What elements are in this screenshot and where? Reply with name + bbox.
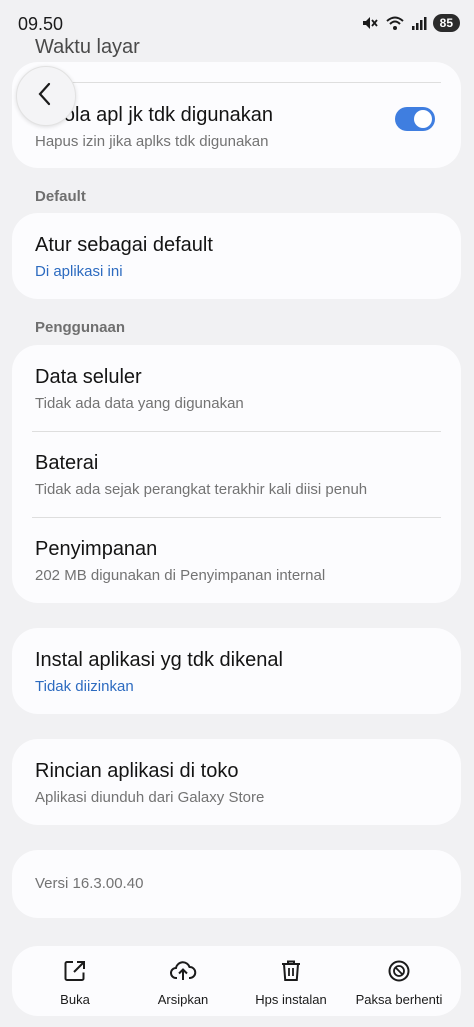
usage-item-subtitle: 202 MB digunakan di Penyimpanan internal: [35, 567, 326, 584]
version-card: Versi 16.3.00.40: [12, 850, 461, 918]
manage-unused-toggle[interactable]: [395, 107, 435, 131]
open-button[interactable]: Buka: [20, 958, 130, 1007]
usage-item-mobile-data[interactable]: Data seluler Tidak ada data yang digunak…: [35, 366, 441, 412]
divider: [32, 517, 441, 518]
chevron-left-icon: [35, 81, 57, 112]
force-stop-button[interactable]: Paksa berhenti: [344, 958, 454, 1007]
usage-item-title: Baterai: [35, 452, 99, 474]
force-stop-label: Paksa berhenti: [355, 992, 443, 1007]
set-default-row[interactable]: Atur sebagai default Di aplikasi ini: [35, 234, 441, 280]
install-unknown-row[interactable]: Instal aplikasi yg tdk dikenal Tidak dii…: [35, 649, 441, 695]
version-text: Versi 16.3.00.40: [35, 875, 144, 892]
manage-unused-subtitle: Hapus izin jika aplks tdk digunakan: [35, 133, 269, 150]
usage-item-title: Data seluler: [35, 366, 142, 388]
usage-item-subtitle: Tidak ada data yang digunakan: [35, 395, 244, 412]
back-button[interactable]: [16, 66, 76, 126]
block-icon: [344, 958, 454, 984]
store-details-title: Rincian aplikasi di toko: [35, 760, 239, 782]
toggle-knob: [414, 110, 432, 128]
bottom-action-bar: Buka Arsipkan Hps instalan Paksa berhent…: [12, 946, 461, 1016]
install-unknown-title: Instal aplikasi yg tdk dikenal: [35, 649, 283, 671]
manage-unused-row[interactable]: Kelola apl jk tdk digunakan Hapus izin j…: [35, 104, 381, 150]
signal-icon: [411, 15, 427, 31]
open-external-icon: [20, 958, 130, 984]
install-unknown-card: Instal aplikasi yg tdk dikenal Tidak dii…: [12, 628, 461, 714]
uninstall-button[interactable]: Hps instalan: [236, 958, 346, 1007]
divider: [32, 431, 441, 432]
section-label-default: Default: [35, 188, 86, 205]
archive-label: Arsipkan: [157, 992, 209, 1007]
manage-unused-card: Kelola apl jk tdk digunakan Hapus izin j…: [12, 62, 461, 168]
divider: [32, 82, 441, 83]
manage-unused-title: Kelola apl jk tdk digunakan: [35, 104, 273, 126]
usage-item-battery[interactable]: Baterai Tidak ada sejak perangkat terakh…: [35, 452, 441, 498]
set-default-subtitle: Di aplikasi ini: [35, 263, 123, 280]
cloud-upload-icon: [128, 958, 238, 984]
uninstall-label: Hps instalan: [255, 992, 327, 1007]
screen-time-label[interactable]: Waktu layar: [35, 36, 140, 59]
store-details-row[interactable]: Rincian aplikasi di toko Aplikasi diundu…: [35, 760, 441, 806]
open-label: Buka: [60, 992, 90, 1007]
usage-item-subtitle: Tidak ada sejak perangkat terakhir kali …: [35, 481, 368, 498]
trash-icon: [236, 958, 346, 984]
status-bar: 09.50 85: [0, 0, 474, 40]
wifi-icon: [385, 14, 405, 32]
archive-button[interactable]: Arsipkan: [128, 958, 238, 1007]
usage-item-storage[interactable]: Penyimpanan 202 MB digunakan di Penyimpa…: [35, 538, 441, 584]
usage-item-title: Penyimpanan: [35, 538, 158, 560]
install-unknown-subtitle: Tidak diizinkan: [35, 678, 134, 695]
default-card: Atur sebagai default Di aplikasi ini: [12, 213, 461, 299]
store-details-subtitle: Aplikasi diunduh dari Galaxy Store: [35, 789, 265, 806]
status-time: 09.50: [18, 14, 64, 34]
set-default-title: Atur sebagai default: [35, 234, 213, 256]
status-icons: 85: [361, 14, 460, 32]
version-row: Versi 16.3.00.40: [35, 875, 441, 892]
store-details-card: Rincian aplikasi di toko Aplikasi diundu…: [12, 739, 461, 825]
usage-card: Data seluler Tidak ada data yang digunak…: [12, 345, 461, 603]
mute-icon: [361, 14, 379, 32]
section-label-usage: Penggunaan: [35, 319, 126, 336]
battery-indicator: 85: [432, 14, 460, 32]
